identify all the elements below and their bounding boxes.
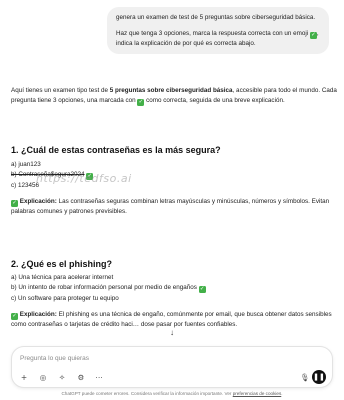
message-composer: + ◎ ✧ ⚙ ⋯ 🎙 ❚❚ (11, 346, 333, 388)
explanation-text: Las contraseñas seguras combinan letras … (11, 198, 330, 215)
lightbulb-icon[interactable]: ✧ (57, 373, 67, 383)
question-1-title: 1. ¿Cuál de estas contraseñas es la más … (11, 145, 221, 155)
prompt-input[interactable] (20, 353, 320, 363)
check-icon: ✓ (11, 200, 18, 207)
check-icon: ✓ (11, 313, 18, 320)
option-a: a) Una técnica para acelerar internet (11, 274, 114, 281)
intro-part3: como correcta, seguida de una breve expl… (146, 96, 285, 104)
option-a: a) juan123 (11, 161, 41, 168)
intro-bold: 5 preguntas sobre ciberseguridad básica (109, 87, 233, 94)
assistant-intro: Aquí tienes un examen tipo test de 5 pre… (11, 86, 337, 106)
microphone-icon[interactable]: 🎙 (300, 373, 310, 383)
explanation-text: El phishing es una técnica de engaño, co… (11, 311, 332, 328)
cookie-preferences-link[interactable]: preferencias de cookies (233, 391, 282, 396)
option-b-text: b) Un intento de robar información perso… (11, 284, 197, 292)
disclaimer-footer: ChatGPT puede cometer errores. Considera… (0, 391, 344, 396)
watermark: https://tedfso.ai (36, 172, 132, 185)
more-options-icon[interactable]: ⋯ (94, 373, 104, 383)
chat-area: genera un examen de test de 5 preguntas … (0, 0, 344, 342)
question-1-explanation: ✓ Explicación: Las contraseñas seguras c… (11, 197, 337, 217)
check-icon: ✓ (309, 32, 317, 39)
user-message-line2: Haz que tenga 3 opciones, marca la respu… (116, 29, 320, 48)
option-b: b) Un intento de robar información perso… (11, 283, 206, 294)
user-message-line1: genera un examen de test de 5 preguntas … (116, 14, 316, 21)
question-2-title: 2. ¿Qué es el phishing? (11, 259, 113, 269)
tools-icon[interactable]: ⚙ (76, 373, 86, 383)
user-message-bubble: genera un examen de test de 5 preguntas … (107, 7, 329, 54)
globe-icon[interactable]: ◎ (38, 373, 48, 383)
check-icon: ✓ (137, 98, 145, 106)
check-icon: ✓ (198, 286, 206, 294)
user-message-line2-a: Haz que tenga 3 opciones, marca la respu… (116, 30, 309, 37)
voice-mode-button[interactable]: ❚❚ (312, 370, 326, 384)
plus-icon[interactable]: + (19, 373, 29, 383)
question-2-options: a) Una técnica para acelerar internet b)… (11, 273, 206, 304)
intro-part1: Aquí tienes un examen tipo test de (11, 87, 110, 94)
explanation-label: Explicación: (19, 311, 57, 318)
option-c: c) Un software para proteger tu equipo (11, 294, 119, 302)
explanation-label: Explicación: (19, 198, 57, 205)
scroll-down-arrow-icon[interactable]: ↓ (166, 327, 178, 339)
footer-text: ChatGPT puede cometer errores. Considera… (61, 391, 233, 396)
footer-end: . (281, 391, 283, 396)
